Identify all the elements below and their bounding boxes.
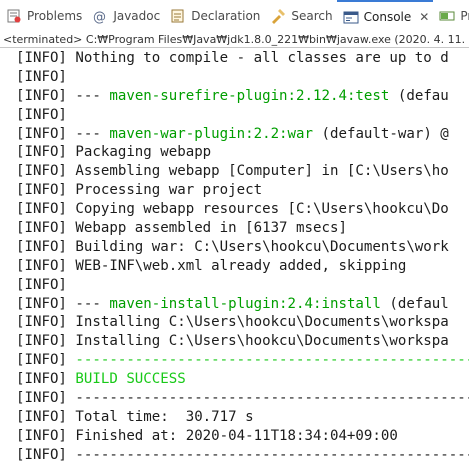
log-level-tag: [INFO]	[16, 408, 76, 425]
tab-problems[interactable]: Problems	[0, 0, 86, 32]
log-text: ---	[75, 87, 110, 104]
plugin-name: maven-war-plugin:2.2:war	[109, 125, 314, 142]
plugin-name: maven-install-plugin:2.4:install	[109, 295, 381, 312]
console-line: [INFO]	[16, 106, 469, 125]
tab-search[interactable]: Search	[264, 0, 336, 32]
tab-declaration[interactable]: Declaration	[164, 0, 264, 32]
console-view: Problems @ Javadoc Declaration Search Co…	[0, 0, 469, 470]
tab-label: Console	[363, 10, 412, 24]
problems-icon	[6, 8, 22, 24]
tab-label: Search	[291, 9, 333, 23]
log-level-tag: [INFO]	[16, 427, 76, 444]
log-text: Assembling webapp [Computer] in [C:\User…	[75, 163, 449, 180]
tab-label: Declaration	[191, 9, 261, 23]
log-level-tag: [INFO]	[16, 163, 76, 180]
tab-label: Javadoc	[113, 9, 161, 23]
log-level-tag: [INFO]	[16, 446, 76, 463]
log-text: ---	[75, 295, 110, 312]
search-icon	[270, 8, 286, 24]
log-text: Copying webapp resources [C:\Users\hookc…	[75, 201, 449, 218]
log-text: Installing C:\Users\hookcu\Documents\wor…	[75, 314, 449, 331]
console-line: [INFO] Installing C:\Users\hookcu\Docume…	[16, 332, 469, 351]
log-text: (defaul	[380, 295, 449, 312]
log-level-tag: [INFO]	[16, 352, 76, 369]
log-text: (default-war) @	[313, 125, 449, 142]
javadoc-icon: @	[92, 8, 108, 25]
progress-icon	[439, 8, 455, 24]
log-level-tag: [INFO]	[16, 276, 76, 293]
tab-javadoc[interactable]: @ Javadoc	[86, 0, 164, 32]
tab-label: Problems	[27, 9, 83, 23]
close-icon[interactable]: ✕	[419, 10, 429, 24]
tab-label: Progre	[460, 9, 469, 23]
console-line: [INFO] ---------------------------------…	[16, 351, 469, 370]
log-level-tag: [INFO]	[16, 68, 76, 85]
console-line: [INFO]	[16, 68, 469, 87]
log-text: Finished at: 2020-04-11T18:34:04+09:00	[75, 427, 398, 444]
tab-console[interactable]: Console ✕	[336, 0, 434, 32]
svg-text:@: @	[93, 10, 106, 24]
log-text: WEB-INF\web.xml already added, skipping	[75, 257, 407, 274]
declaration-icon	[170, 8, 186, 24]
log-level-tag: [INFO]	[16, 371, 76, 388]
log-text: Installing C:\Users\hookcu\Documents\wor…	[75, 333, 449, 350]
log-level-tag: [INFO]	[16, 333, 76, 350]
console-line: [INFO] BUILD SUCCESS	[16, 370, 469, 389]
log-text: Packaging webapp	[75, 144, 212, 161]
log-text: ----------------------------------------…	[75, 390, 469, 407]
separator-text: ----------------------------------------…	[75, 352, 469, 369]
log-text: Webapp assembled in [6137 msecs]	[75, 220, 347, 237]
log-level-tag: [INFO]	[16, 182, 76, 199]
log-level-tag: [INFO]	[16, 50, 76, 66]
console-line: [INFO] Processing war project	[16, 181, 469, 200]
log-text: ---	[75, 125, 110, 142]
log-text: (defau	[389, 87, 449, 104]
log-level-tag: [INFO]	[16, 106, 76, 123]
log-text: ----------------------------------------…	[75, 446, 469, 463]
plugin-name: maven-surefire-plugin:2.12.4:test	[109, 87, 390, 104]
console-icon	[343, 9, 359, 25]
log-level-tag: [INFO]	[16, 238, 76, 255]
console-line: [INFO] Finished at: 2020-04-11T18:34:04+…	[16, 427, 469, 446]
log-text: Nothing to compile - all classes are up …	[75, 50, 449, 66]
divider	[0, 47, 469, 48]
process-status-line: <terminated> C:₩Program Files₩Java₩jdk1.…	[0, 32, 469, 47]
log-level-tag: [INFO]	[16, 220, 76, 237]
console-output[interactable]: [INFO] Nothing to compile - all classes …	[0, 49, 469, 470]
log-level-tag: [INFO]	[16, 257, 76, 274]
log-level-tag: [INFO]	[16, 87, 76, 104]
console-line: [INFO] Assembling webapp [Computer] in […	[16, 162, 469, 181]
console-line: [INFO] Copying webapp resources [C:\User…	[16, 200, 469, 219]
console-line: [INFO] ---------------------------------…	[16, 446, 469, 465]
console-line: [INFO] ---------------------------------…	[16, 389, 469, 408]
build-status: BUILD SUCCESS	[75, 371, 186, 388]
log-level-tag: [INFO]	[16, 295, 76, 312]
console-line: [INFO] Webapp assembled in [6137 msecs]	[16, 219, 469, 238]
log-level-tag: [INFO]	[16, 201, 76, 218]
console-line: [INFO] Building war: C:\Users\hookcu\Doc…	[16, 238, 469, 257]
console-line: [INFO] WEB-INF\web.xml already added, sk…	[16, 257, 469, 276]
log-level-tag: [INFO]	[16, 314, 76, 331]
console-line: [INFO] Total time: 30.717 s	[16, 408, 469, 427]
console-line: [INFO]	[16, 276, 469, 295]
console-line: [INFO] --- maven-war-plugin:2.2:war (def…	[16, 125, 469, 144]
console-line: [INFO] --- maven-surefire-plugin:2.12.4:…	[16, 87, 469, 106]
console-line: [INFO] Nothing to compile - all classes …	[16, 49, 469, 68]
view-tab-bar: Problems @ Javadoc Declaration Search Co…	[0, 0, 469, 32]
log-level-tag: [INFO]	[16, 144, 76, 161]
console-line: [INFO] Packaging webapp	[16, 143, 469, 162]
tab-progress[interactable]: Progre	[433, 0, 469, 32]
console-line: [INFO] --- maven-install-plugin:2.4:inst…	[16, 295, 469, 314]
log-level-tag: [INFO]	[16, 125, 76, 142]
console-line: [INFO] Installing C:\Users\hookcu\Docume…	[16, 313, 469, 332]
log-text: Building war: C:\Users\hookcu\Documents\…	[75, 238, 449, 255]
log-level-tag: [INFO]	[16, 390, 76, 407]
log-text: Processing war project	[75, 182, 263, 199]
log-text: Total time: 30.717 s	[75, 408, 254, 425]
